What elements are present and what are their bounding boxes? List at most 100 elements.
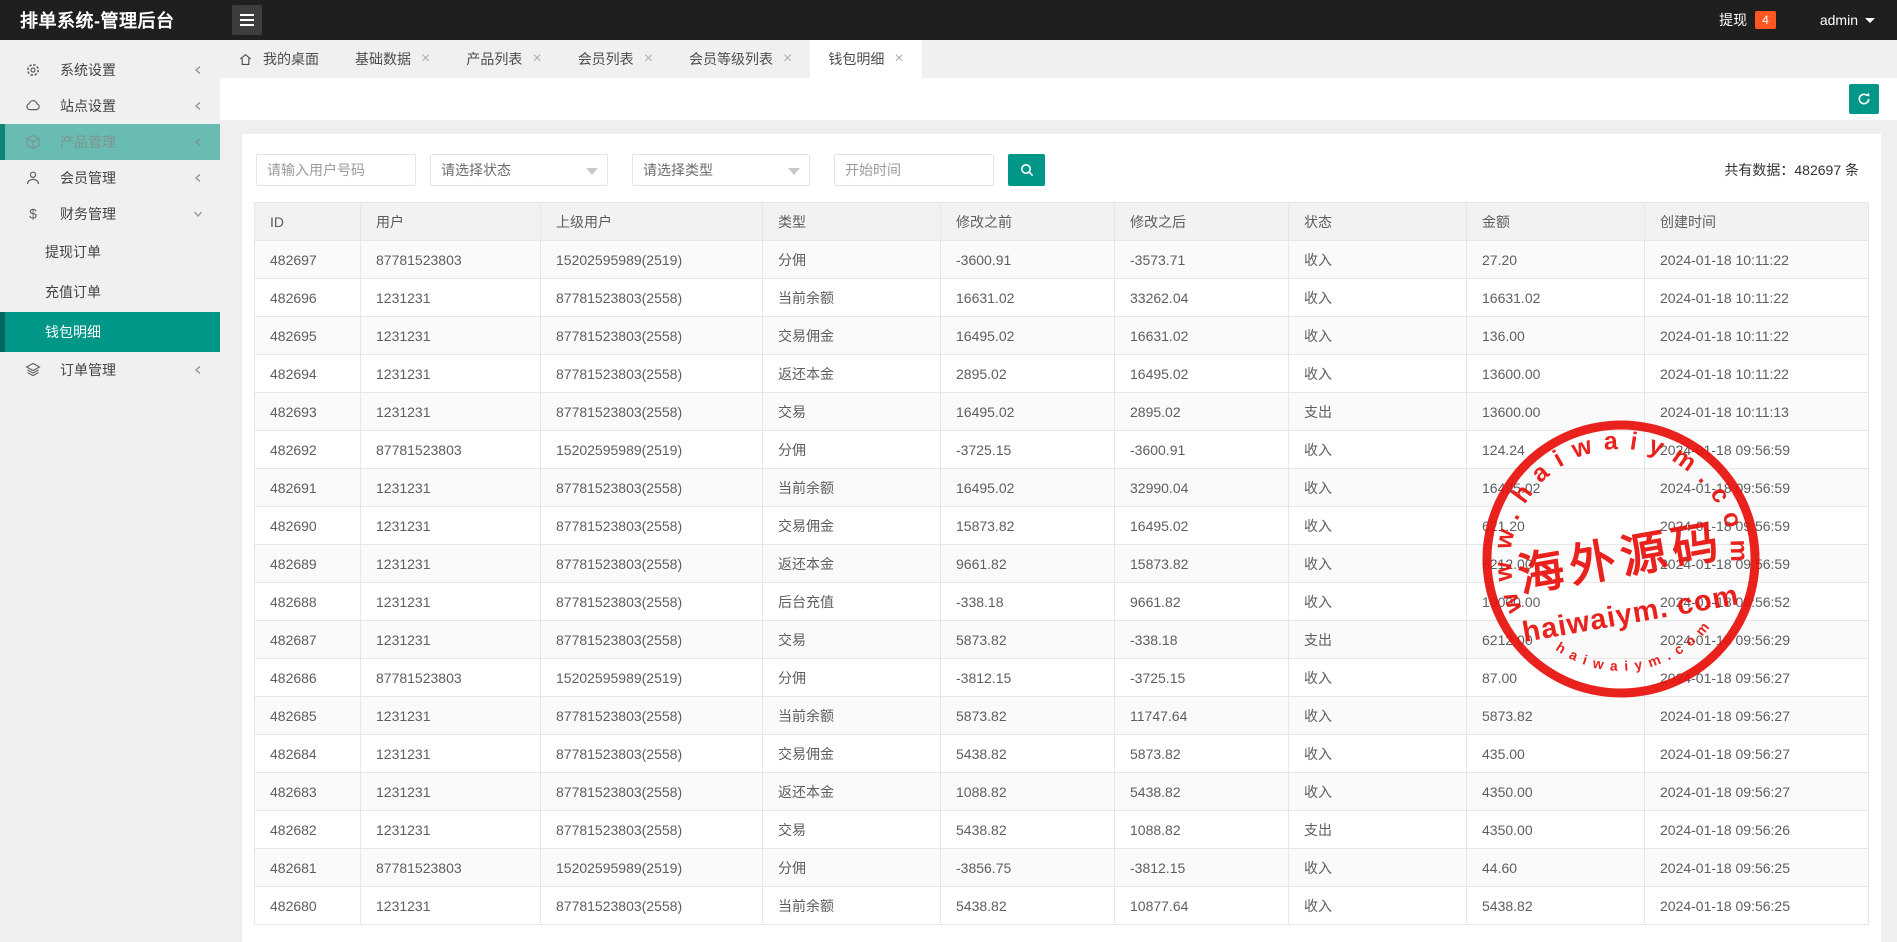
table-row: 4826818778152380315202595989(2519)分佣-385… (255, 849, 1869, 887)
table-cell: 5873.82 (1467, 697, 1645, 735)
column-header: 上级用户 (541, 203, 763, 241)
table-cell: 分佣 (763, 659, 941, 697)
table-cell: 482690 (255, 507, 361, 545)
sidebar-subitem-recharge-orders[interactable]: 充值订单 (0, 272, 220, 312)
table-cell: 2024-01-18 10:11:22 (1645, 241, 1869, 279)
table-cell: 482696 (255, 279, 361, 317)
table-cell: 87781523803 (361, 241, 541, 279)
column-header: 状态 (1289, 203, 1467, 241)
table-cell: 15873.82 (941, 507, 1115, 545)
table-row: 482691123123187781523803(2558)当前余额16495.… (255, 469, 1869, 507)
close-icon[interactable]: × (783, 51, 792, 67)
table-cell: 10877.64 (1115, 887, 1289, 925)
table-cell: 6212.00 (1467, 545, 1645, 583)
refresh-button[interactable] (1849, 84, 1879, 114)
start-time-input[interactable] (834, 154, 994, 186)
table-cell: 87781523803(2558) (541, 697, 763, 735)
tab-4[interactable]: 会员等级列表× (671, 40, 810, 78)
table-cell: 4350.00 (1467, 811, 1645, 849)
table-cell: 5438.82 (941, 811, 1115, 849)
table-cell: 87781523803 (361, 431, 541, 469)
home-icon (238, 52, 253, 67)
tab-2[interactable]: 产品列表× (448, 40, 559, 78)
sidebar-item-member-manage[interactable]: 会员管理 (0, 160, 220, 196)
header-right: 提现 4 admin (1719, 10, 1897, 30)
table-cell: -3812.15 (1115, 849, 1289, 887)
sidebar-item-system-settings[interactable]: 系统设置 (0, 52, 220, 88)
status-select[interactable]: 请选择状态 (430, 154, 608, 186)
user-number-input[interactable] (256, 154, 416, 186)
table-cell: -338.18 (941, 583, 1115, 621)
tab-5[interactable]: 钱包明细× (810, 40, 921, 78)
sidebar-toggle-button[interactable] (232, 5, 262, 35)
close-icon[interactable]: × (532, 51, 541, 67)
table-cell: 2024-01-18 09:56:25 (1645, 887, 1869, 925)
table-cell: 482689 (255, 545, 361, 583)
table-cell: 27.20 (1467, 241, 1645, 279)
table-cell: 1088.82 (1115, 811, 1289, 849)
tab-label: 我的桌面 (263, 49, 319, 69)
sidebar-subitem-wallet-detail[interactable]: 钱包明细 (0, 312, 220, 352)
chevron-left-icon (192, 172, 204, 184)
table-cell: 1231231 (361, 393, 541, 431)
type-select[interactable]: 请选择类型 (632, 154, 810, 186)
filter-bar: 请选择状态 请选择类型 共有数据：482697 条 (256, 154, 1867, 186)
close-icon[interactable]: × (894, 51, 903, 67)
table-cell: 87781523803(2558) (541, 621, 763, 659)
user-menu[interactable]: admin (1820, 12, 1875, 28)
withdraw-shortcut[interactable]: 提现 4 (1719, 10, 1776, 30)
table-cell: 分佣 (763, 241, 941, 279)
table-cell: 16631.02 (1115, 317, 1289, 355)
table-cell: 1231231 (361, 887, 541, 925)
username: admin (1820, 12, 1858, 28)
withdraw-label: 提现 (1719, 10, 1747, 30)
sidebar-item-order-manage[interactable]: 订单管理 (0, 352, 220, 388)
sidebar-subitem-label: 充值订单 (45, 282, 101, 302)
table-cell: 87781523803(2558) (541, 583, 763, 621)
table-cell: 交易 (763, 621, 941, 659)
table-cell: 收入 (1289, 735, 1467, 773)
table-cell: 1231231 (361, 507, 541, 545)
table-cell: 2024-01-18 09:56:59 (1645, 507, 1869, 545)
table-cell: -3600.91 (1115, 431, 1289, 469)
sidebar-item-site-settings[interactable]: 站点设置 (0, 88, 220, 124)
search-icon (1019, 162, 1035, 178)
table-cell: -3725.15 (941, 431, 1115, 469)
table-cell: 482682 (255, 811, 361, 849)
tab-3[interactable]: 会员列表× (560, 40, 671, 78)
table-cell: 1231231 (361, 621, 541, 659)
table-cell: 482691 (255, 469, 361, 507)
table-cell: 收入 (1289, 583, 1467, 621)
table-cell: 87781523803(2558) (541, 545, 763, 583)
close-icon[interactable]: × (421, 51, 430, 67)
tab-1[interactable]: 基础数据× (337, 40, 448, 78)
table-cell: 1231231 (361, 735, 541, 773)
table-header-row: ID用户上级用户类型修改之前修改之后状态金额创建时间 (255, 203, 1869, 241)
table-cell: 87781523803(2558) (541, 393, 763, 431)
table-cell: 5873.82 (941, 621, 1115, 659)
table-cell: 6212.00 (1467, 621, 1645, 659)
table-cell: 16495.02 (941, 469, 1115, 507)
table-cell: 分佣 (763, 849, 941, 887)
table-cell: 返还本金 (763, 355, 941, 393)
app-title: 排单系统-管理后台 (0, 7, 220, 33)
search-button[interactable] (1008, 154, 1045, 186)
table-row: 482687123123187781523803(2558)交易5873.82-… (255, 621, 1869, 659)
sidebar-item-product-manage[interactable]: 产品管理 (0, 124, 220, 160)
table-cell: 87781523803(2558) (541, 317, 763, 355)
type-select-value: 请选择类型 (643, 160, 713, 180)
sidebar-subitem-withdraw-orders[interactable]: 提现订单 (0, 232, 220, 272)
sidebar-item-label: 系统设置 (60, 60, 116, 80)
chevron-left-icon (192, 100, 204, 112)
table-cell: 2024-01-18 09:56:27 (1645, 773, 1869, 811)
table-cell: 当前余额 (763, 697, 941, 735)
sidebar-item-label: 会员管理 (60, 168, 116, 188)
tab-0[interactable]: 我的桌面 (220, 40, 337, 78)
table-cell: 482684 (255, 735, 361, 773)
column-header: ID (255, 203, 361, 241)
table-cell: 482686 (255, 659, 361, 697)
user-icon (25, 170, 43, 186)
close-icon[interactable]: × (644, 51, 653, 67)
sidebar-item-finance-manage[interactable]: $财务管理 (0, 196, 220, 232)
table-cell: 1231231 (361, 355, 541, 393)
